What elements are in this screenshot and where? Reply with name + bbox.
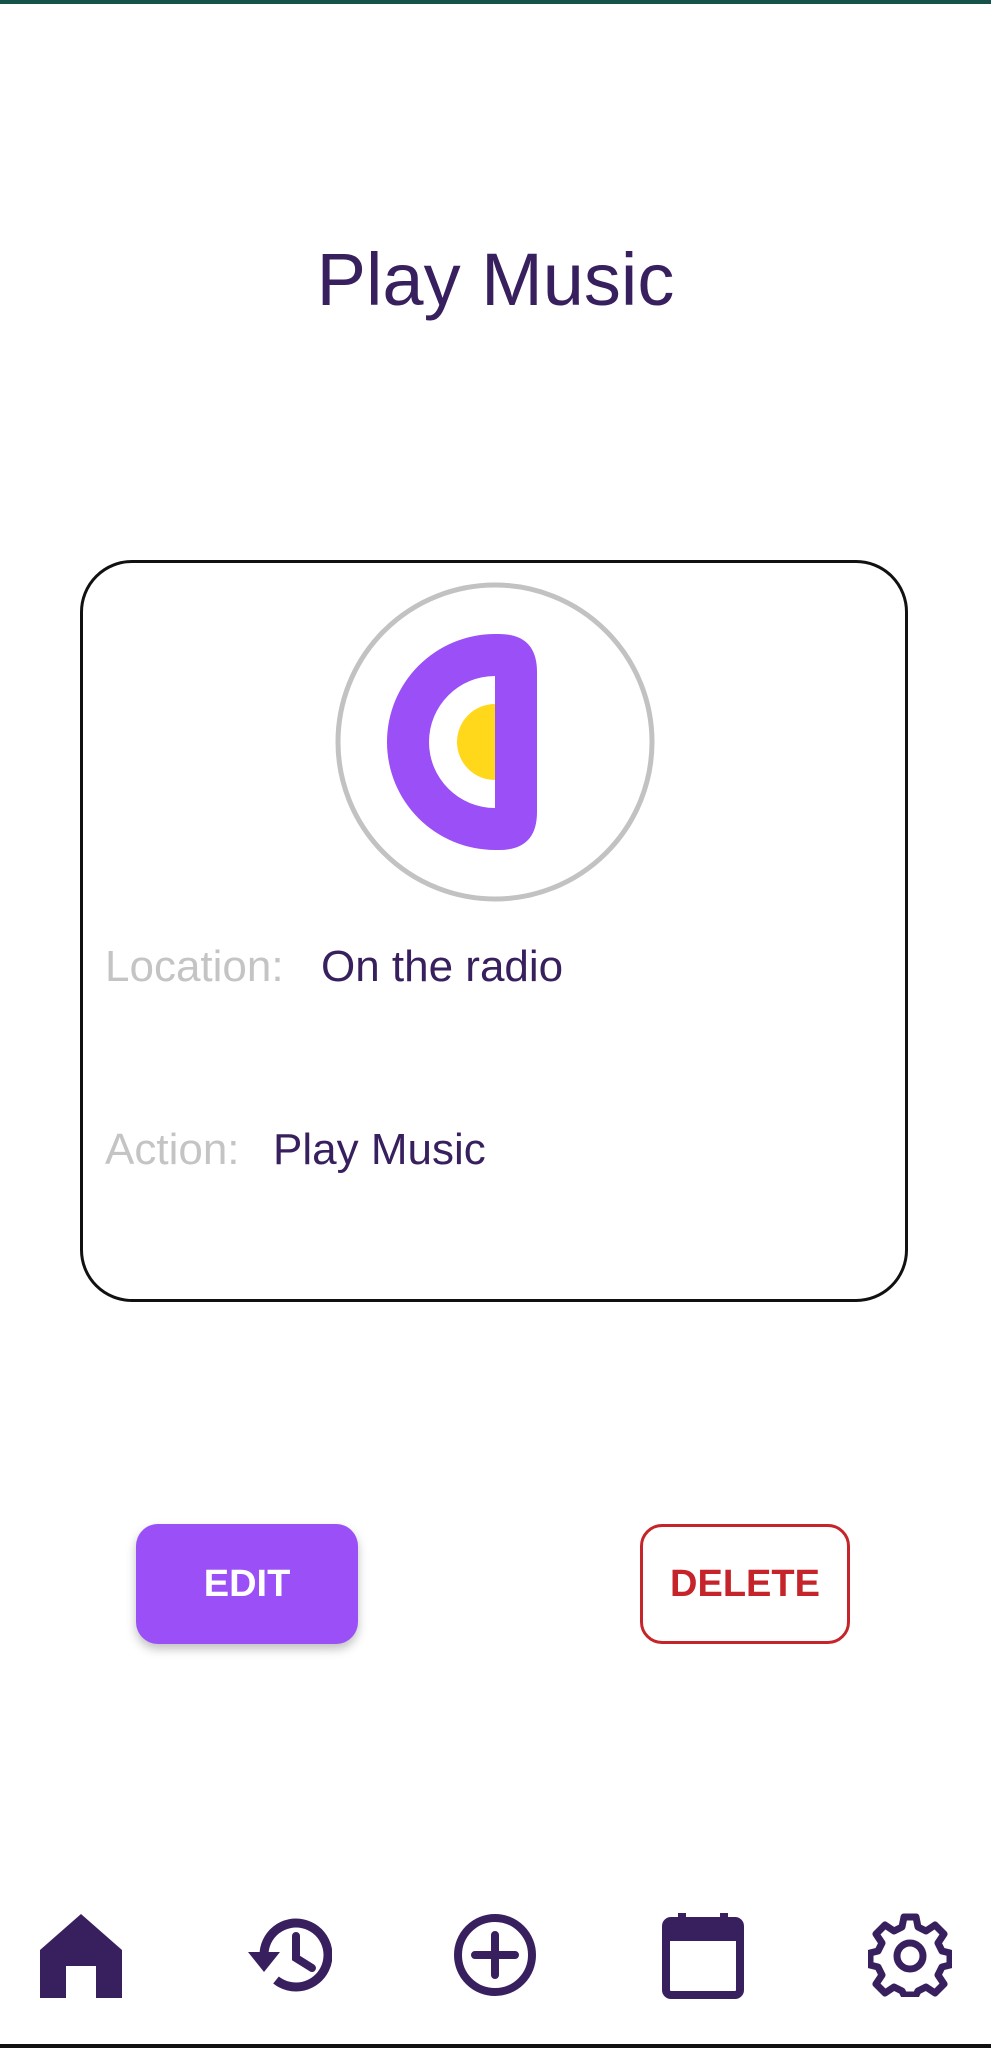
bottom-navigation <box>0 1890 991 2020</box>
action-value: Play Music <box>273 1125 486 1174</box>
add-circle-icon <box>453 1913 537 1997</box>
history-icon <box>240 1912 332 1998</box>
nav-add[interactable] <box>440 1890 550 2020</box>
calendar-icon <box>662 1911 744 1999</box>
half-circle-logo-icon <box>333 580 657 904</box>
bottom-edge-line <box>0 2044 991 2048</box>
nav-settings[interactable] <box>855 1890 965 2020</box>
nav-home[interactable] <box>26 1890 136 2020</box>
home-icon <box>38 1912 124 1998</box>
location-label: Location: <box>105 942 284 991</box>
page-title: Play Music <box>316 238 675 321</box>
edit-button[interactable]: EDIT <box>136 1524 358 1644</box>
location-value: On the radio <box>321 942 564 991</box>
nav-calendar[interactable] <box>648 1890 758 2020</box>
action-label: Action: <box>105 1125 240 1174</box>
delete-button[interactable]: DELETE <box>640 1524 850 1644</box>
status-strip <box>0 0 991 4</box>
nav-history[interactable] <box>231 1890 341 2020</box>
settings-gear-icon <box>868 1913 952 1997</box>
